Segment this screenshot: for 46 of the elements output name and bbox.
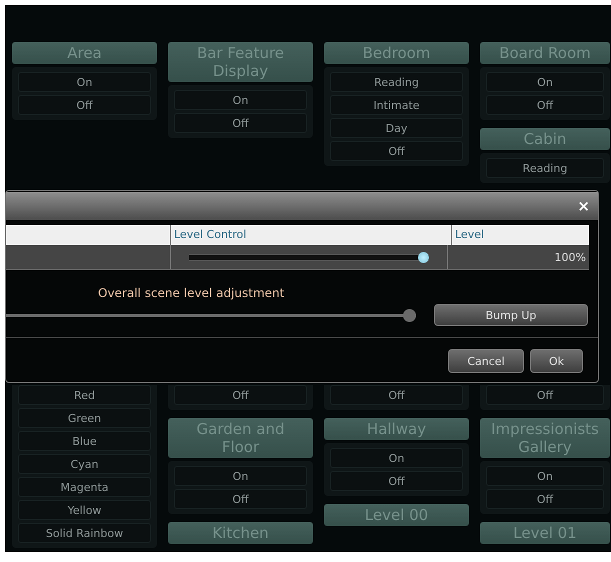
room-title: Impressionists Gallery bbox=[480, 418, 610, 458]
slider-thumb[interactable] bbox=[418, 252, 429, 262]
scene-button[interactable]: Day bbox=[330, 118, 463, 138]
scene-button[interactable]: Blue bbox=[18, 431, 151, 451]
scene-button[interactable]: Intimate bbox=[330, 95, 463, 115]
scene-button[interactable]: Off bbox=[174, 489, 307, 509]
scene-button[interactable]: Off bbox=[330, 471, 463, 491]
scene-button[interactable]: Off bbox=[174, 113, 307, 133]
scene-button[interactable]: On bbox=[18, 72, 151, 92]
scene-button[interactable]: Off bbox=[174, 385, 307, 405]
scene-button[interactable]: Solid Rainbow bbox=[18, 523, 151, 543]
room-title: Hallway bbox=[324, 418, 469, 440]
room-title: Level 01 bbox=[480, 522, 610, 544]
level-value: 100% bbox=[554, 250, 587, 266]
scene-button[interactable]: On bbox=[174, 466, 307, 486]
room-title: Board Room bbox=[480, 42, 610, 64]
scene-button[interactable]: On bbox=[330, 448, 463, 468]
scene-button[interactable]: Red bbox=[18, 385, 151, 405]
scene-button[interactable]: Off bbox=[330, 141, 463, 161]
bump-up-button[interactable]: Bump Up bbox=[434, 304, 588, 326]
column-header: Level bbox=[454, 227, 486, 243]
scene-button[interactable]: Off bbox=[486, 95, 604, 115]
room-title: Cabin bbox=[480, 128, 610, 150]
dialog-button[interactable]: Cancel bbox=[448, 349, 524, 373]
scene-button[interactable]: Magenta bbox=[18, 477, 151, 497]
scene-button[interactable]: Green bbox=[18, 408, 151, 428]
slider-thumb[interactable] bbox=[403, 308, 416, 322]
scene-button[interactable]: Reading bbox=[486, 158, 604, 178]
scene-button[interactable]: Off bbox=[18, 95, 151, 115]
adjustment-label: Overall scene level adjustment bbox=[98, 286, 286, 300]
scene-button[interactable]: Off bbox=[486, 489, 604, 509]
room-title: Level 00 bbox=[324, 504, 469, 526]
scene-button[interactable]: On bbox=[174, 90, 307, 110]
scene-button[interactable]: Yellow bbox=[18, 500, 151, 520]
dialog-button[interactable]: Ok bbox=[530, 349, 583, 373]
scene-button[interactable]: On bbox=[486, 72, 604, 92]
room-title: Kitchen bbox=[168, 522, 313, 544]
room-title: Area bbox=[12, 42, 157, 64]
close-icon[interactable]: × bbox=[577, 197, 590, 215]
scene-button[interactable]: Cyan bbox=[18, 454, 151, 474]
scene-button[interactable]: Reading bbox=[330, 72, 463, 92]
room-title: Bedroom bbox=[324, 42, 469, 64]
level-slider[interactable] bbox=[189, 252, 429, 262]
scene-button[interactable]: Off bbox=[486, 385, 604, 405]
scene-button[interactable]: Off bbox=[330, 385, 463, 405]
scene-button[interactable]: On bbox=[486, 466, 604, 486]
